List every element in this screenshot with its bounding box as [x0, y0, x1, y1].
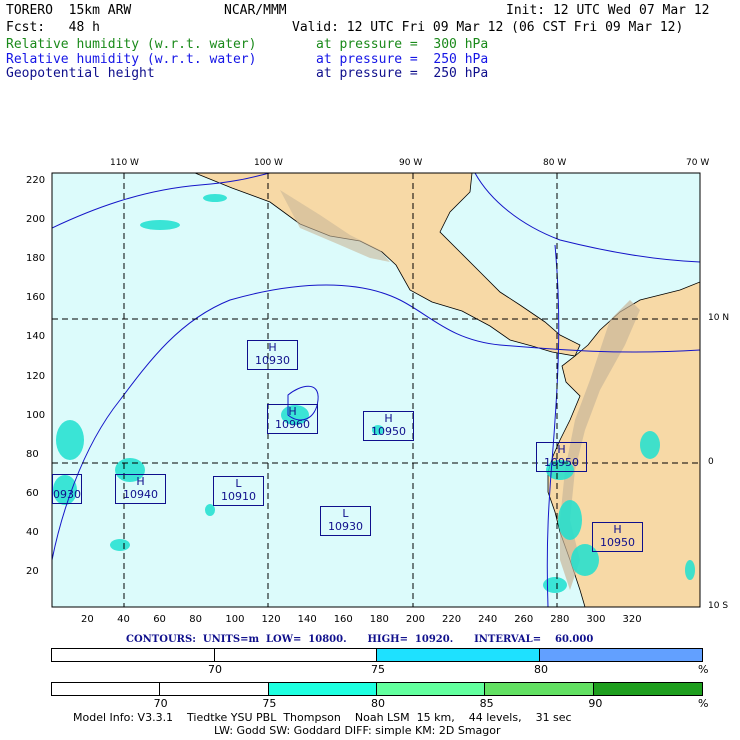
pressure-system-label: L 10910 — [213, 476, 264, 506]
pressure-system-label: H 10950 — [536, 442, 587, 472]
contour-info: CONTOURS: UNITS=m LOW= 10800. HIGH= 1092… — [126, 634, 594, 645]
y-tick-label: 200 — [26, 214, 46, 226]
y-tick-label: 100 — [26, 409, 46, 421]
colorbar-label: % — [698, 663, 709, 676]
x-tick-label: 80 — [189, 614, 203, 625]
system-value: 10960 — [275, 418, 310, 431]
x-tick-label: 40 — [117, 614, 130, 625]
system-type: H — [288, 405, 297, 418]
pressure-system-label: H 10950 — [592, 522, 643, 552]
colorbar-label: 75 — [371, 663, 385, 676]
pressure-system-label: H 10940 — [115, 474, 166, 504]
colorbar-label: % — [698, 697, 709, 710]
y-tick-label: 160 — [26, 292, 46, 304]
x-tick-label: 300 — [586, 614, 606, 625]
colorbar-label: 70 — [153, 697, 168, 710]
pressure-system-label: H 10930 — [247, 340, 298, 370]
system-type: H — [384, 412, 393, 425]
x-tick-label: 240 — [478, 614, 498, 625]
x-tick-label: 180 — [369, 614, 389, 625]
colorbar-segment — [52, 683, 161, 695]
system-type: H — [613, 523, 622, 536]
x-tick-label: 280 — [550, 614, 570, 625]
weather-map — [51, 172, 701, 608]
y-tick-label: 120 — [26, 370, 46, 382]
physics-info: LW: Godd SW: Goddard DIFF: simple KM: 2D… — [214, 724, 501, 737]
y-tick-label: 180 — [26, 253, 46, 265]
x-tick-label: 320 — [622, 614, 642, 625]
x-tick-label: 100 — [225, 614, 245, 625]
system-value: 0930 — [53, 488, 81, 501]
longitude-label: 110 W — [110, 158, 139, 168]
longitude-label: 80 W — [543, 158, 567, 168]
model-info: Model Info: V3.3.1 Tiedtke YSU PBL Thomp… — [73, 711, 572, 724]
pressure-system-label: H 10960 — [267, 404, 318, 434]
colorbar-segment — [539, 649, 702, 661]
x-tick-label: 20 — [81, 614, 94, 625]
x-tick-label: 160 — [333, 614, 353, 625]
y-tick-label: 60 — [26, 487, 39, 499]
x-tick-label: 260 — [514, 614, 534, 625]
system-value: 10930 — [255, 354, 290, 367]
system-type: H — [136, 475, 145, 488]
x-tick-label: 60 — [153, 614, 166, 625]
system-value: 10910 — [221, 490, 256, 503]
y-tick-label: 140 — [26, 331, 46, 343]
longitude-label: 100 W — [254, 158, 283, 168]
pressure-system-label: H0930 — [52, 474, 82, 504]
colorbar-segment — [376, 683, 486, 695]
system-value: 10940 — [123, 488, 158, 501]
y-tick-label: 40 — [26, 526, 39, 538]
rh250-colorbar — [51, 648, 703, 662]
colorbar-segment — [214, 649, 377, 661]
system-type: L — [235, 477, 242, 490]
colorbar-label: 80 — [371, 697, 385, 710]
colorbar-segment — [160, 683, 269, 695]
y-tick-label: 80 — [26, 448, 39, 460]
system-type: H — [557, 443, 566, 456]
latitude-label: 10 N — [708, 313, 730, 323]
latitude-label: 0 — [708, 457, 714, 467]
colorbar-segment — [485, 683, 594, 695]
longitude-label: 90 W — [399, 158, 423, 168]
colorbar-label: 80 — [534, 663, 548, 676]
x-tick-label: 140 — [297, 614, 317, 625]
rh300-colorbar — [51, 682, 703, 696]
colorbar-label: 70 — [208, 663, 222, 676]
colorbar-segment — [593, 683, 702, 695]
system-value: 10950 — [371, 425, 406, 438]
colorbar-segment — [52, 649, 215, 661]
colorbar-label: 90 — [588, 697, 603, 710]
colorbar-segment — [377, 649, 540, 661]
x-tick-label: 120 — [261, 614, 281, 625]
colorbar-segment — [268, 683, 377, 695]
colorbar-label: 75 — [262, 697, 277, 710]
colorbar-label: 85 — [479, 697, 494, 710]
x-tick-label: 220 — [442, 614, 462, 625]
system-type: L — [342, 507, 349, 520]
longitude-label: 70 W — [686, 158, 710, 168]
latitude-label: 10 S — [708, 601, 729, 611]
system-value: 10950 — [544, 456, 579, 469]
system-type: H — [268, 341, 277, 354]
x-tick-label: 200 — [405, 614, 425, 625]
y-tick-label: 220 — [26, 175, 46, 186]
pressure-system-label: L 10930 — [320, 506, 371, 536]
y-tick-label: 20 — [26, 566, 39, 577]
system-value: 10950 — [600, 536, 635, 549]
system-value: 10930 — [328, 520, 363, 533]
pressure-system-label: H 10950 — [363, 411, 414, 441]
